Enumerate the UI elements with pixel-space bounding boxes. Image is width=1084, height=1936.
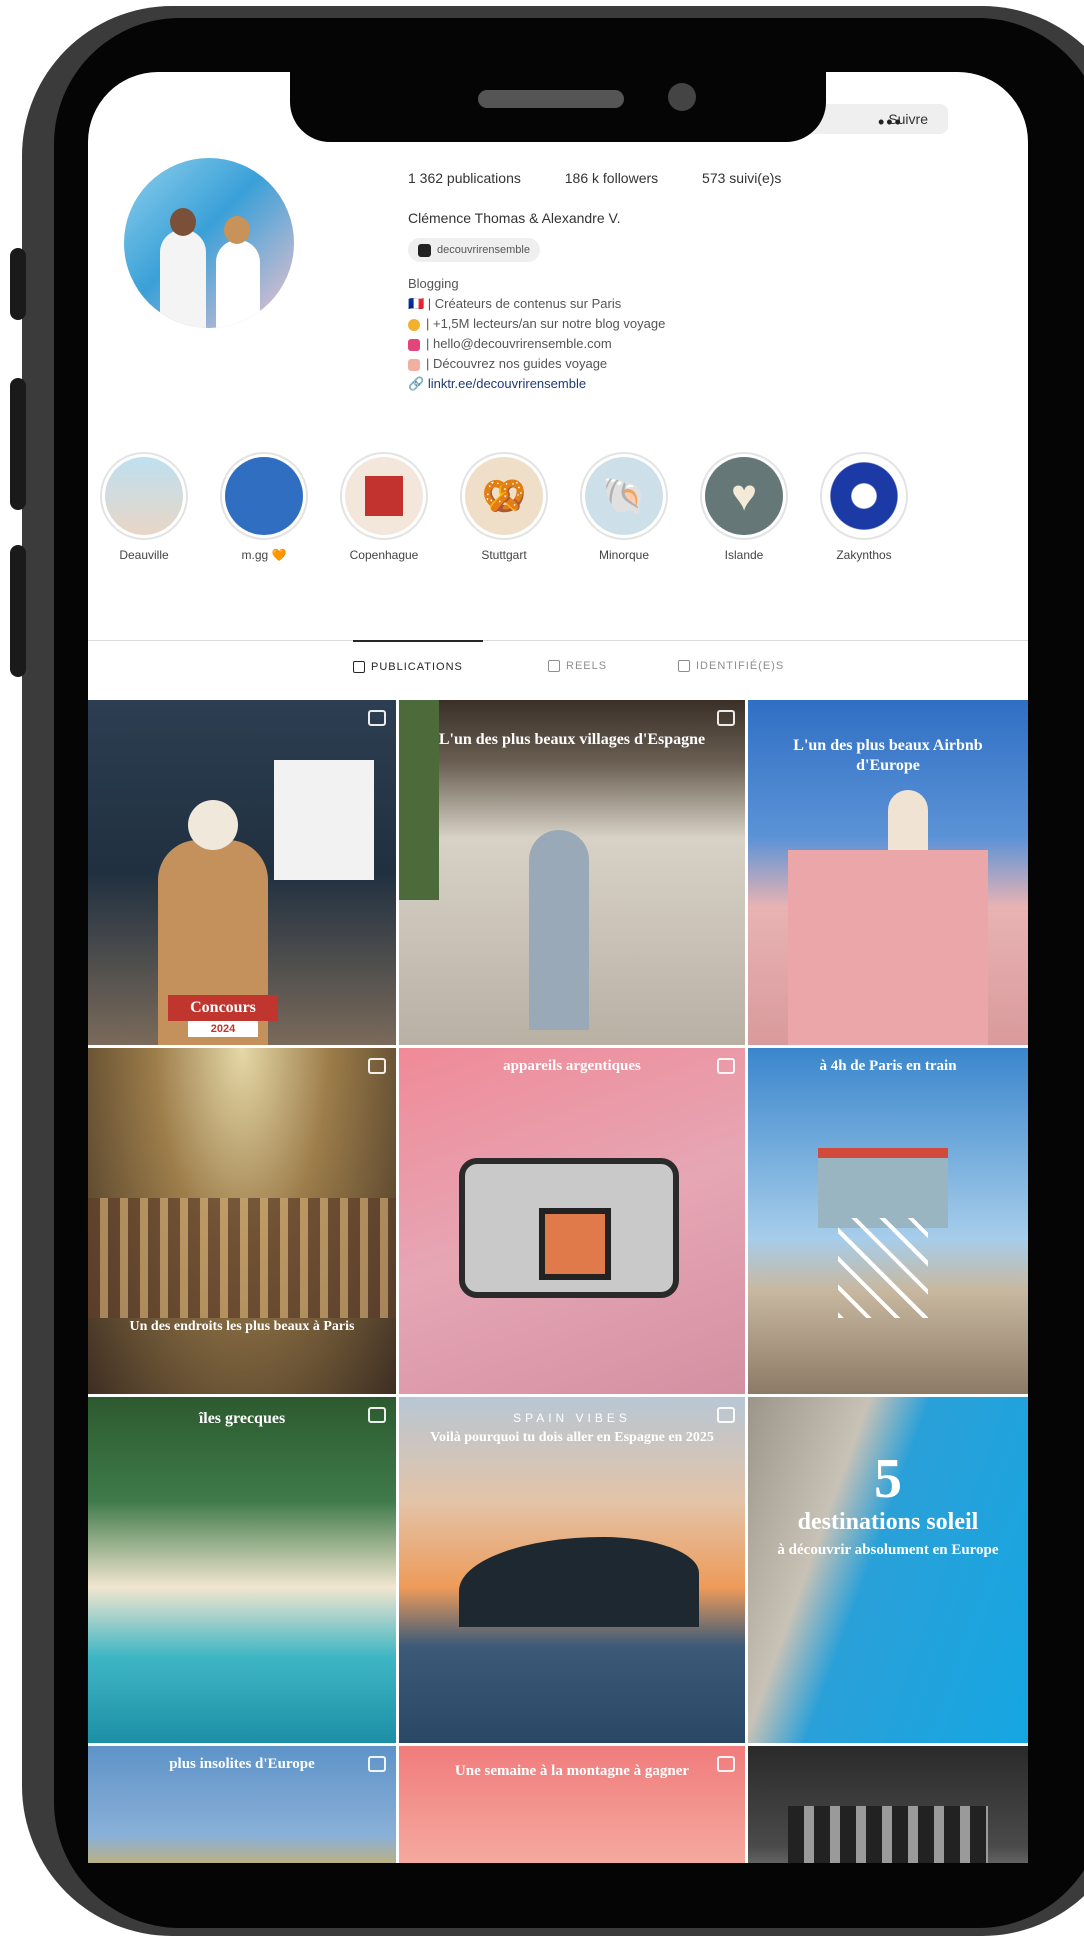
reels-icon [548,660,560,673]
contest-year: 2024 [188,1021,258,1037]
post-tile[interactable]: Concours 2024 [88,700,396,1045]
speaker-grille [478,90,624,108]
bio-category: Blogging [408,276,459,291]
threads-handle: decouvrirensemble [437,244,530,256]
lifeguard-hut [818,1148,948,1228]
tab-reels[interactable]: REELS [548,641,607,691]
post-tile[interactable]: Une semaine à la montagne à gagner [399,1746,745,1863]
highlight-minorque[interactable]: 🐚 Minorque [576,452,672,562]
post-tile[interactable]: plus insolites d'Europe [88,1746,396,1863]
highlight-islande[interactable]: ♥ Islande [696,452,792,562]
building-icon [365,476,403,516]
bio-link[interactable]: linktr.ee/decouvrirensemble [428,376,586,391]
publications-count: 1 362 publications [408,170,521,186]
pin-emoji-icon [408,358,420,371]
post-caption: îles grecques [198,1410,286,1427]
threads-handle-chip[interactable]: decouvrirensemble [408,238,540,262]
contest-badge: Concours [168,995,278,1021]
phone-mute-switch [10,248,26,320]
phone-volume-up [10,378,26,510]
highlight-mgg[interactable]: m.gg 🧡 [216,452,312,562]
phone-volume-down [10,545,26,677]
post-caption: destinations soleil [797,1509,979,1535]
post-subcaption: à découvrir absolument en Europe [777,1542,999,1558]
carousel-icon [368,1407,386,1423]
pretzel-icon: 🥨 [465,457,543,535]
post-tile[interactable]: à 4h de Paris en train [748,1048,1028,1394]
post-kicker: SPAIN VIBES [513,1411,631,1425]
grid-icon [353,661,365,674]
highlight-zakynthos[interactable]: Zakynthos [816,452,912,562]
avatar[interactable] [124,158,294,328]
post-caption: Un des endroits les plus beaux à Paris [129,1319,355,1334]
link-icon: 🔗 [408,376,428,391]
profile-bio: Blogging 🇫🇷 | Créateurs de contenus sur … [408,274,665,394]
carousel-icon [717,1058,735,1074]
post-tile[interactable]: Un des endroits les plus beaux à Paris [88,1048,396,1394]
profile-tabs: PUBLICATIONS REELS IDENTIFIÉ(E)S [88,640,1028,691]
bio-line: | +1,5M lecteurs/an sur notre blog voyag… [426,316,666,331]
tagged-icon [678,660,690,673]
tab-publications[interactable]: PUBLICATIONS [353,640,483,692]
post-tile[interactable]: SPAIN VIBES Voilà pourquoi tu dois aller… [399,1397,745,1743]
carousel-icon [368,710,386,726]
profile-stats: 1 362 publications 186 k followers 573 s… [408,170,821,186]
carousel-icon [368,1756,386,1772]
envelope-emoji-icon [408,338,420,351]
carousel-icon [717,1407,735,1423]
highlight-stuttgart[interactable]: 🥨 Stuttgart [456,452,552,562]
post-caption: L'un des plus beaux Airbnb d'Europe [793,737,983,774]
post-tile[interactable]: appareils argentiques [399,1048,745,1394]
post-tile[interactable]: L'un des plus beaux Airbnb d'Europe [748,700,1028,1045]
post-caption: Une semaine à la montagne à gagner [454,1763,690,1779]
profile-name: Clémence Thomas & Alexandre V. [408,210,621,226]
story-highlights: Deauville m.gg 🧡 Copenhague 🥨 Stuttgart … [88,452,1028,572]
book-emoji-icon [408,318,420,331]
front-camera [668,83,696,111]
post-tile[interactable] [748,1746,1028,1863]
shell-icon: 🐚 [585,457,663,535]
post-caption: à 4h de Paris en train [819,1058,957,1074]
post-caption: Voilà pourquoi tu dois aller en Espagne … [430,1430,714,1445]
following-count[interactable]: 573 suivi(e)s [702,170,781,186]
bio-line: 🇫🇷 | Créateurs de contenus sur Paris [408,296,622,311]
heart-icon: ♥ [705,457,783,535]
carousel-icon [368,1058,386,1074]
more-options-icon[interactable]: ••• [878,112,903,133]
threads-icon [418,243,431,257]
post-caption: L'un des plus beaux villages d'Espagne [438,731,706,748]
highlight-copenhague[interactable]: Copenhague [336,452,432,562]
post-caption: plus insolites d'Europe [169,1756,315,1772]
followers-count[interactable]: 186 k followers [565,170,658,186]
carousel-icon [717,710,735,726]
post-tile[interactable]: 5 destinations soleil à découvrir absolu… [748,1397,1028,1743]
bio-line: | Découvrez nos guides voyage [426,356,608,371]
app-screen: Suivre ••• 1 362 publications 186 k foll… [88,72,1028,1863]
carousel-icon [717,1756,735,1772]
highlight-deauville[interactable]: Deauville [96,452,192,562]
post-tile[interactable]: îles grecques [88,1397,396,1743]
island-silhouette [459,1537,699,1627]
post-caption: appareils argentiques [503,1058,641,1074]
tab-tagged[interactable]: IDENTIFIÉ(E)S [678,641,784,691]
post-tile[interactable]: L'un des plus beaux villages d'Espagne [399,700,745,1045]
post-number: 5 [874,1448,902,1510]
bio-line: | hello@decouvrirensemble.com [426,336,612,351]
